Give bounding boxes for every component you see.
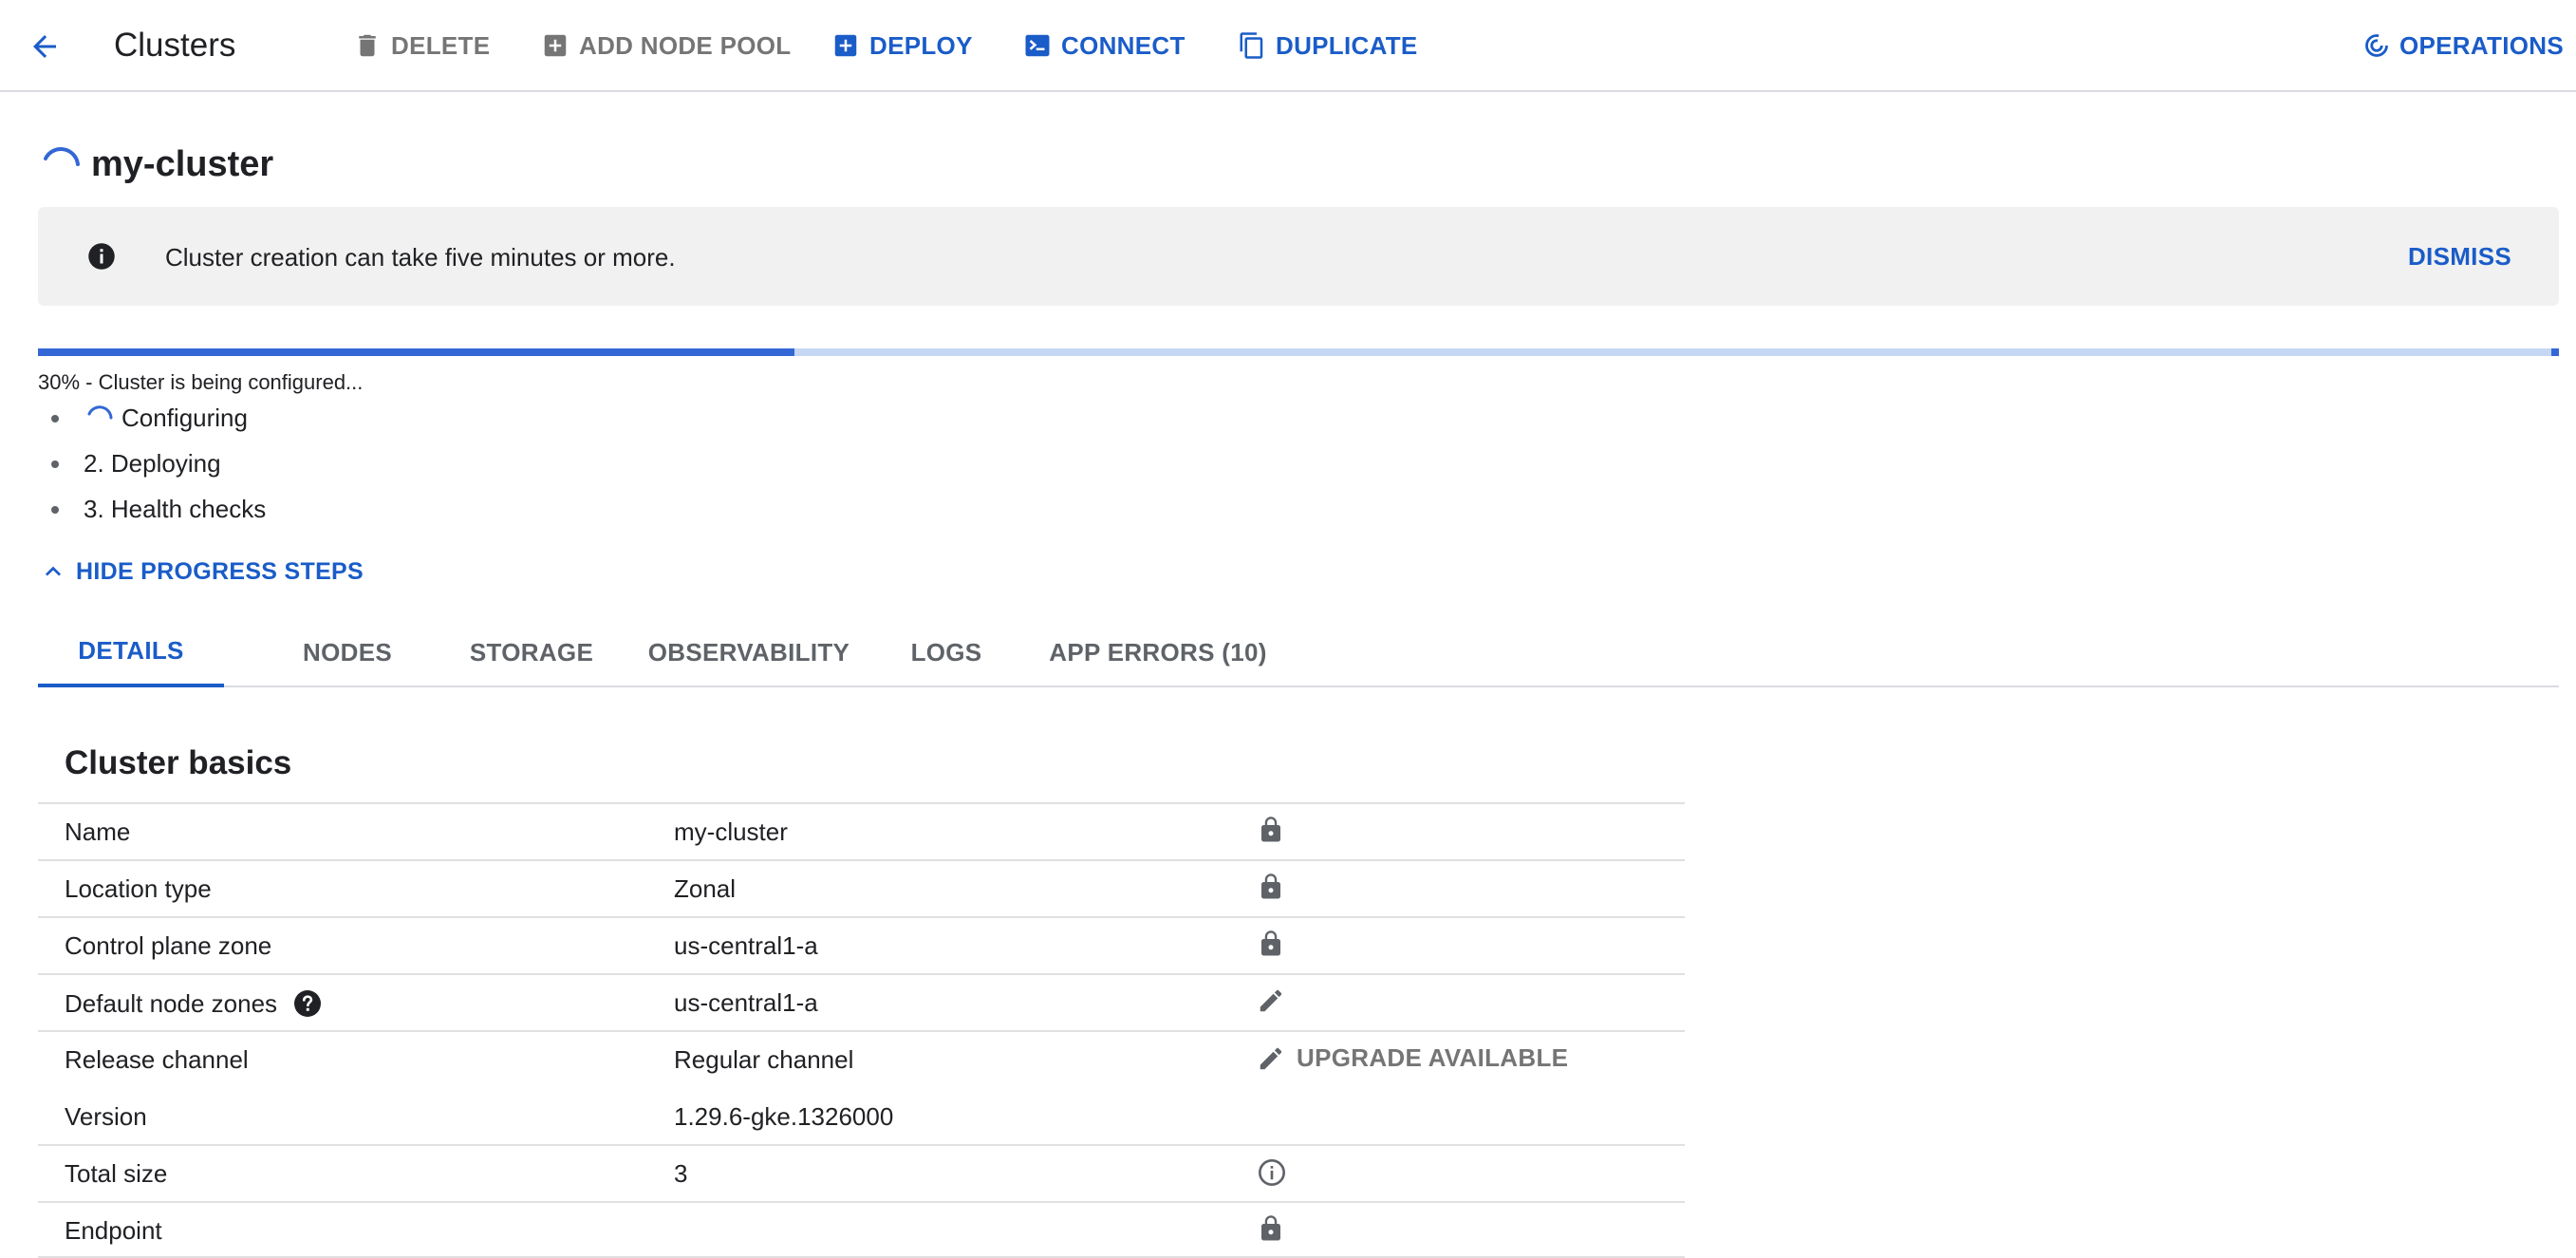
- row-label: Endpoint: [65, 1216, 162, 1246]
- row-label-text: Endpoint: [65, 1216, 162, 1245]
- cluster-header: my-cluster: [38, 141, 273, 188]
- add-node-pool-label: ADD NODE POOL: [579, 30, 792, 60]
- cluster-basics-table: Name my-cluster Location type Zonal Cont…: [38, 802, 1685, 1258]
- loading-spinner-icon: [87, 405, 113, 420]
- info-icon: [88, 243, 115, 270]
- row-value: 3: [674, 1159, 688, 1188]
- row-value: Regular channel: [674, 1045, 854, 1074]
- tab-nodes[interactable]: NODES: [256, 617, 439, 687]
- duplicate-button[interactable]: DUPLICATE: [1238, 27, 1418, 65]
- hide-progress-steps-label: HIDE PROGRESS STEPS: [76, 557, 364, 585]
- row-label: Total size: [65, 1159, 167, 1189]
- duplicate-label: DUPLICATE: [1276, 30, 1418, 60]
- cluster-name: my-cluster: [91, 143, 274, 184]
- trash-icon: [359, 34, 376, 57]
- row-label-text: Name: [65, 817, 131, 846]
- table-row: Control plane zone us-central1-a: [38, 916, 1685, 973]
- upgrade-available-button[interactable]: UPGRADE AVAILABLE: [1257, 1043, 1568, 1073]
- hide-progress-steps-button[interactable]: HIDE PROGRESS STEPS: [38, 554, 364, 589]
- add-box-icon: [834, 34, 857, 57]
- terminal-icon: [1025, 34, 1050, 57]
- deploy-label: DEPLOY: [869, 30, 973, 60]
- operations-icon: [2365, 34, 2388, 57]
- tab-details[interactable]: DETAILS: [38, 617, 224, 687]
- progress-bar: [38, 348, 2559, 356]
- row-label-text: Total size: [65, 1159, 168, 1188]
- connect-label: CONNECT: [1061, 30, 1185, 60]
- step-label: Configuring: [121, 403, 248, 432]
- info-banner: Cluster creation can take five minutes o…: [38, 207, 2559, 306]
- delete-button[interactable]: DELETE: [353, 27, 490, 65]
- edit-icon: [1260, 1047, 1282, 1069]
- help-icon[interactable]: [292, 988, 323, 1019]
- tab-bar: DETAILS NODES STORAGE OBSERVABILITY LOGS…: [38, 617, 2559, 687]
- row-value: my-cluster: [674, 817, 788, 846]
- lock-icon: [1261, 930, 1280, 956]
- row-label-text: Control plane zone: [65, 931, 272, 960]
- operations-label: OPERATIONS: [2399, 30, 2564, 60]
- dismiss-button[interactable]: DISMISS: [2408, 242, 2511, 272]
- progress-step: 3. Health checks: [49, 486, 266, 532]
- step-label: 3. Health checks: [84, 494, 267, 523]
- row-value: 1.29.6-gke.1326000: [674, 1102, 894, 1131]
- table-row: Version 1.29.6-gke.1326000: [38, 1087, 1685, 1144]
- row-label-text: Location type: [65, 874, 212, 903]
- bullet: [51, 506, 59, 514]
- bullet: [51, 460, 59, 468]
- deploy-button[interactable]: DEPLOY: [831, 27, 973, 65]
- back-button[interactable]: [23, 25, 66, 68]
- tab-logs[interactable]: LOGS: [873, 617, 1019, 687]
- row-value: us-central1-a: [674, 931, 818, 960]
- tab-observability[interactable]: OBSERVABILITY: [625, 617, 873, 687]
- row-label-text: Version: [65, 1102, 147, 1131]
- delete-label: DELETE: [391, 30, 491, 60]
- table-row: Total size 3: [38, 1144, 1685, 1201]
- row-label: Release channel: [65, 1045, 249, 1075]
- progress-steps: Configuring 2. Deploying 3. Health check…: [49, 395, 266, 532]
- page-title: Clusters: [114, 27, 236, 64]
- edit-icon[interactable]: [1257, 986, 1285, 1015]
- progress-step: Configuring: [49, 395, 266, 441]
- row-label: Name: [65, 817, 130, 847]
- row-label: Default node zones: [65, 988, 323, 1019]
- add-node-pool-button[interactable]: ADD NODE POOL: [541, 27, 791, 65]
- row-value: Zonal: [674, 874, 737, 903]
- chevron-up-icon: [46, 566, 61, 576]
- row-label: Version: [65, 1102, 147, 1132]
- row-label: Location type: [65, 874, 212, 904]
- tab-storage[interactable]: STORAGE: [439, 617, 625, 687]
- lock-icon: [1261, 873, 1280, 899]
- table-row: Default node zones us-central1-a: [38, 973, 1685, 1030]
- progress-bar-end: [2551, 348, 2559, 356]
- loading-spinner-icon: [44, 147, 80, 166]
- copy-icon: [1240, 32, 1263, 59]
- operations-button[interactable]: OPERATIONS: [2363, 27, 2564, 65]
- step-label: 2. Deploying: [84, 448, 221, 478]
- section-title: Cluster basics: [65, 744, 292, 781]
- table-row: Endpoint: [38, 1201, 1685, 1258]
- banner-message: Cluster creation can take five minutes o…: [165, 243, 676, 272]
- bullet: [51, 415, 59, 422]
- info-outline-icon[interactable]: [1257, 1157, 1287, 1188]
- row-label: Control plane zone: [65, 931, 271, 961]
- tab-app-errors[interactable]: APP ERRORS (10): [1019, 617, 1297, 687]
- row-label-text: Release channel: [65, 1045, 249, 1074]
- row-value: us-central1-a: [674, 988, 818, 1017]
- table-row: Location type Zonal: [38, 859, 1685, 916]
- arrow-back-icon: [33, 35, 56, 58]
- row-label-text: Default node zones: [65, 988, 278, 1018]
- add-box-icon: [544, 34, 567, 57]
- table-row: Name my-cluster: [38, 802, 1685, 859]
- progress-status: 30% - Cluster is being configured...: [38, 370, 364, 394]
- table-row: Release channel Regular channel UPGRADE …: [38, 1030, 1685, 1087]
- progress-step: 2. Deploying: [49, 441, 266, 486]
- progress-bar-fill: [38, 348, 794, 356]
- lock-icon: [1261, 1215, 1280, 1241]
- lock-icon: [1261, 817, 1280, 842]
- top-toolbar: Clusters DELETE ADD NODE POOL DEPLOY CON…: [0, 0, 2576, 92]
- upgrade-available-label: UPGRADE AVAILABLE: [1297, 1043, 1569, 1072]
- connect-button[interactable]: CONNECT: [1023, 27, 1185, 65]
